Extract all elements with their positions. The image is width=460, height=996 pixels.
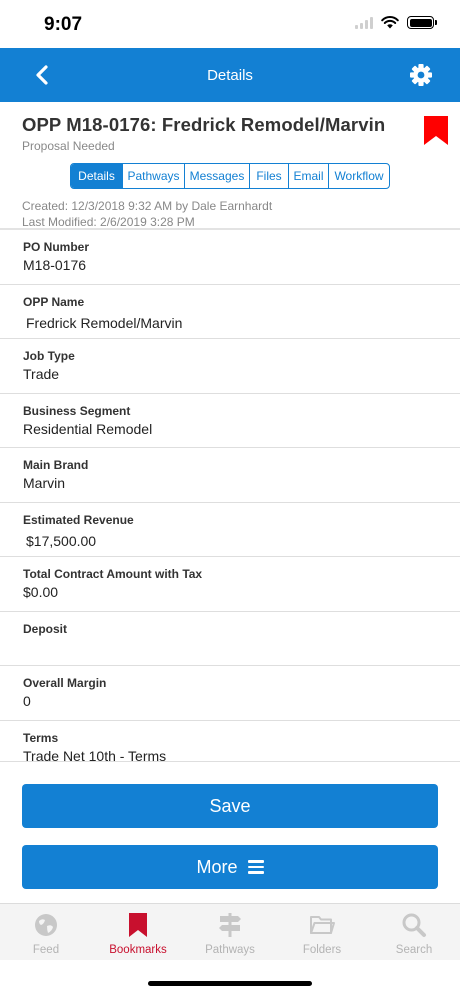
status-bar: 9:07	[0, 0, 460, 48]
signpost-icon	[219, 913, 241, 937]
field-po-number[interactable]: PO Number M18-0176	[0, 230, 460, 285]
nav-title: Details	[207, 66, 253, 84]
save-button[interactable]: Save	[22, 784, 438, 828]
chevron-left-icon	[36, 65, 48, 85]
field-value: $0.00	[23, 584, 59, 600]
folder-icon	[310, 916, 335, 934]
field-job-type[interactable]: Job Type Trade	[0, 339, 460, 394]
modified-text: Last Modified: 2/6/2019 3:28 PM	[22, 215, 195, 229]
tab-workflow[interactable]: Workflow	[329, 164, 389, 188]
field-value: Marvin	[23, 475, 66, 491]
record-meta: Created: 12/3/2018 9:32 AM by Dale Earnh…	[22, 198, 438, 230]
gear-icon[interactable]	[408, 62, 434, 88]
tabbar-item-pathways[interactable]: Pathways	[184, 904, 276, 960]
field-deposit[interactable]: Deposit	[0, 612, 460, 666]
save-button-label: Save	[209, 795, 251, 816]
field-value: Trade	[23, 366, 60, 382]
search-icon	[402, 913, 426, 937]
field-label: Main Brand	[23, 458, 89, 472]
tabbar-label: Feed	[32, 944, 60, 956]
field-business-segment[interactable]: Business Segment Residential Remodel	[0, 394, 460, 448]
field-opp-name[interactable]: OPP Name Fredrick Remodel/Marvin	[0, 285, 460, 339]
field-value: Trade Net 10th - Terms	[23, 747, 167, 762]
field-label: OPP Name	[23, 294, 85, 309]
tabbar-label: Search	[395, 944, 433, 956]
field-label: Estimated Revenue	[23, 512, 134, 527]
field-value: Residential Remodel	[23, 420, 153, 437]
more-button-label: More	[196, 856, 238, 877]
field-label: Overall Margin	[23, 676, 107, 690]
globe-icon	[35, 914, 57, 936]
tabbar-item-folders[interactable]: Folders	[276, 904, 368, 960]
field-value	[23, 639, 437, 656]
more-button[interactable]: More	[22, 845, 438, 889]
tabbar-item-bookmarks[interactable]: Bookmarks	[92, 904, 184, 960]
field-terms[interactable]: Terms Trade Net 10th - Terms	[0, 721, 460, 762]
tabbar-label: Folders	[302, 944, 342, 956]
tab-files[interactable]: Files	[250, 164, 289, 188]
tabbar-item-feed[interactable]: Feed	[0, 904, 92, 960]
detail-tabs: Details Pathways Messages Files Email Wo…	[70, 163, 390, 189]
signal-icon	[355, 16, 373, 29]
field-label: PO Number	[23, 240, 90, 254]
tabbar-label: Bookmarks	[109, 944, 167, 956]
nav-bar: Details	[0, 48, 460, 102]
field-value: $17,500.00	[26, 532, 97, 549]
fields-list: PO Number M18-0176 OPP Name Fredrick Rem…	[0, 230, 460, 762]
field-label: Total Contract Amount with Tax	[23, 567, 203, 581]
tab-pathways[interactable]: Pathways	[123, 164, 185, 188]
record-header: OPP M18-0176: Fredrick Remodel/Marvin Pr…	[0, 102, 460, 230]
field-value: M18-0176	[23, 257, 87, 273]
field-total-contract-amount[interactable]: Total Contract Amount with Tax $0.00	[0, 557, 460, 612]
bottom-tab-bar: Feed Bookmarks Pathways Folders Search	[0, 903, 460, 960]
menu-icon	[247, 860, 264, 874]
battery-icon	[407, 16, 437, 29]
record-status: Proposal Needed	[22, 139, 115, 153]
field-overall-margin[interactable]: Overall Margin 0	[0, 666, 460, 721]
field-label: Deposit	[23, 621, 68, 636]
created-text: Created: 12/3/2018 9:32 AM by Dale Earnh…	[22, 199, 273, 213]
tab-messages[interactable]: Messages	[185, 164, 250, 188]
page-title: OPP M18-0176: Fredrick Remodel/Marvin	[22, 114, 386, 135]
back-button[interactable]	[28, 61, 56, 89]
home-indicator[interactable]	[148, 981, 312, 986]
home-indicator-area	[0, 960, 460, 996]
field-label: Job Type	[23, 349, 75, 363]
tabbar-label: Pathways	[205, 944, 255, 956]
field-estimated-revenue[interactable]: Estimated Revenue $17,500.00	[0, 503, 460, 557]
field-main-brand[interactable]: Main Brand Marvin	[0, 448, 460, 503]
field-value: 0	[23, 693, 31, 709]
status-time: 9:07	[44, 14, 83, 35]
wifi-icon	[381, 16, 399, 29]
tabbar-item-search[interactable]: Search	[368, 904, 460, 960]
tab-details[interactable]: Details	[71, 164, 123, 188]
field-label: Terms	[23, 730, 59, 745]
tab-email[interactable]: Email	[289, 164, 329, 188]
status-icons	[355, 16, 437, 29]
field-value: Fredrick Remodel/Marvin	[26, 314, 183, 331]
field-label: Business Segment	[23, 403, 131, 418]
bookmark-icon[interactable]	[424, 116, 448, 145]
bookmark-icon	[129, 913, 147, 937]
